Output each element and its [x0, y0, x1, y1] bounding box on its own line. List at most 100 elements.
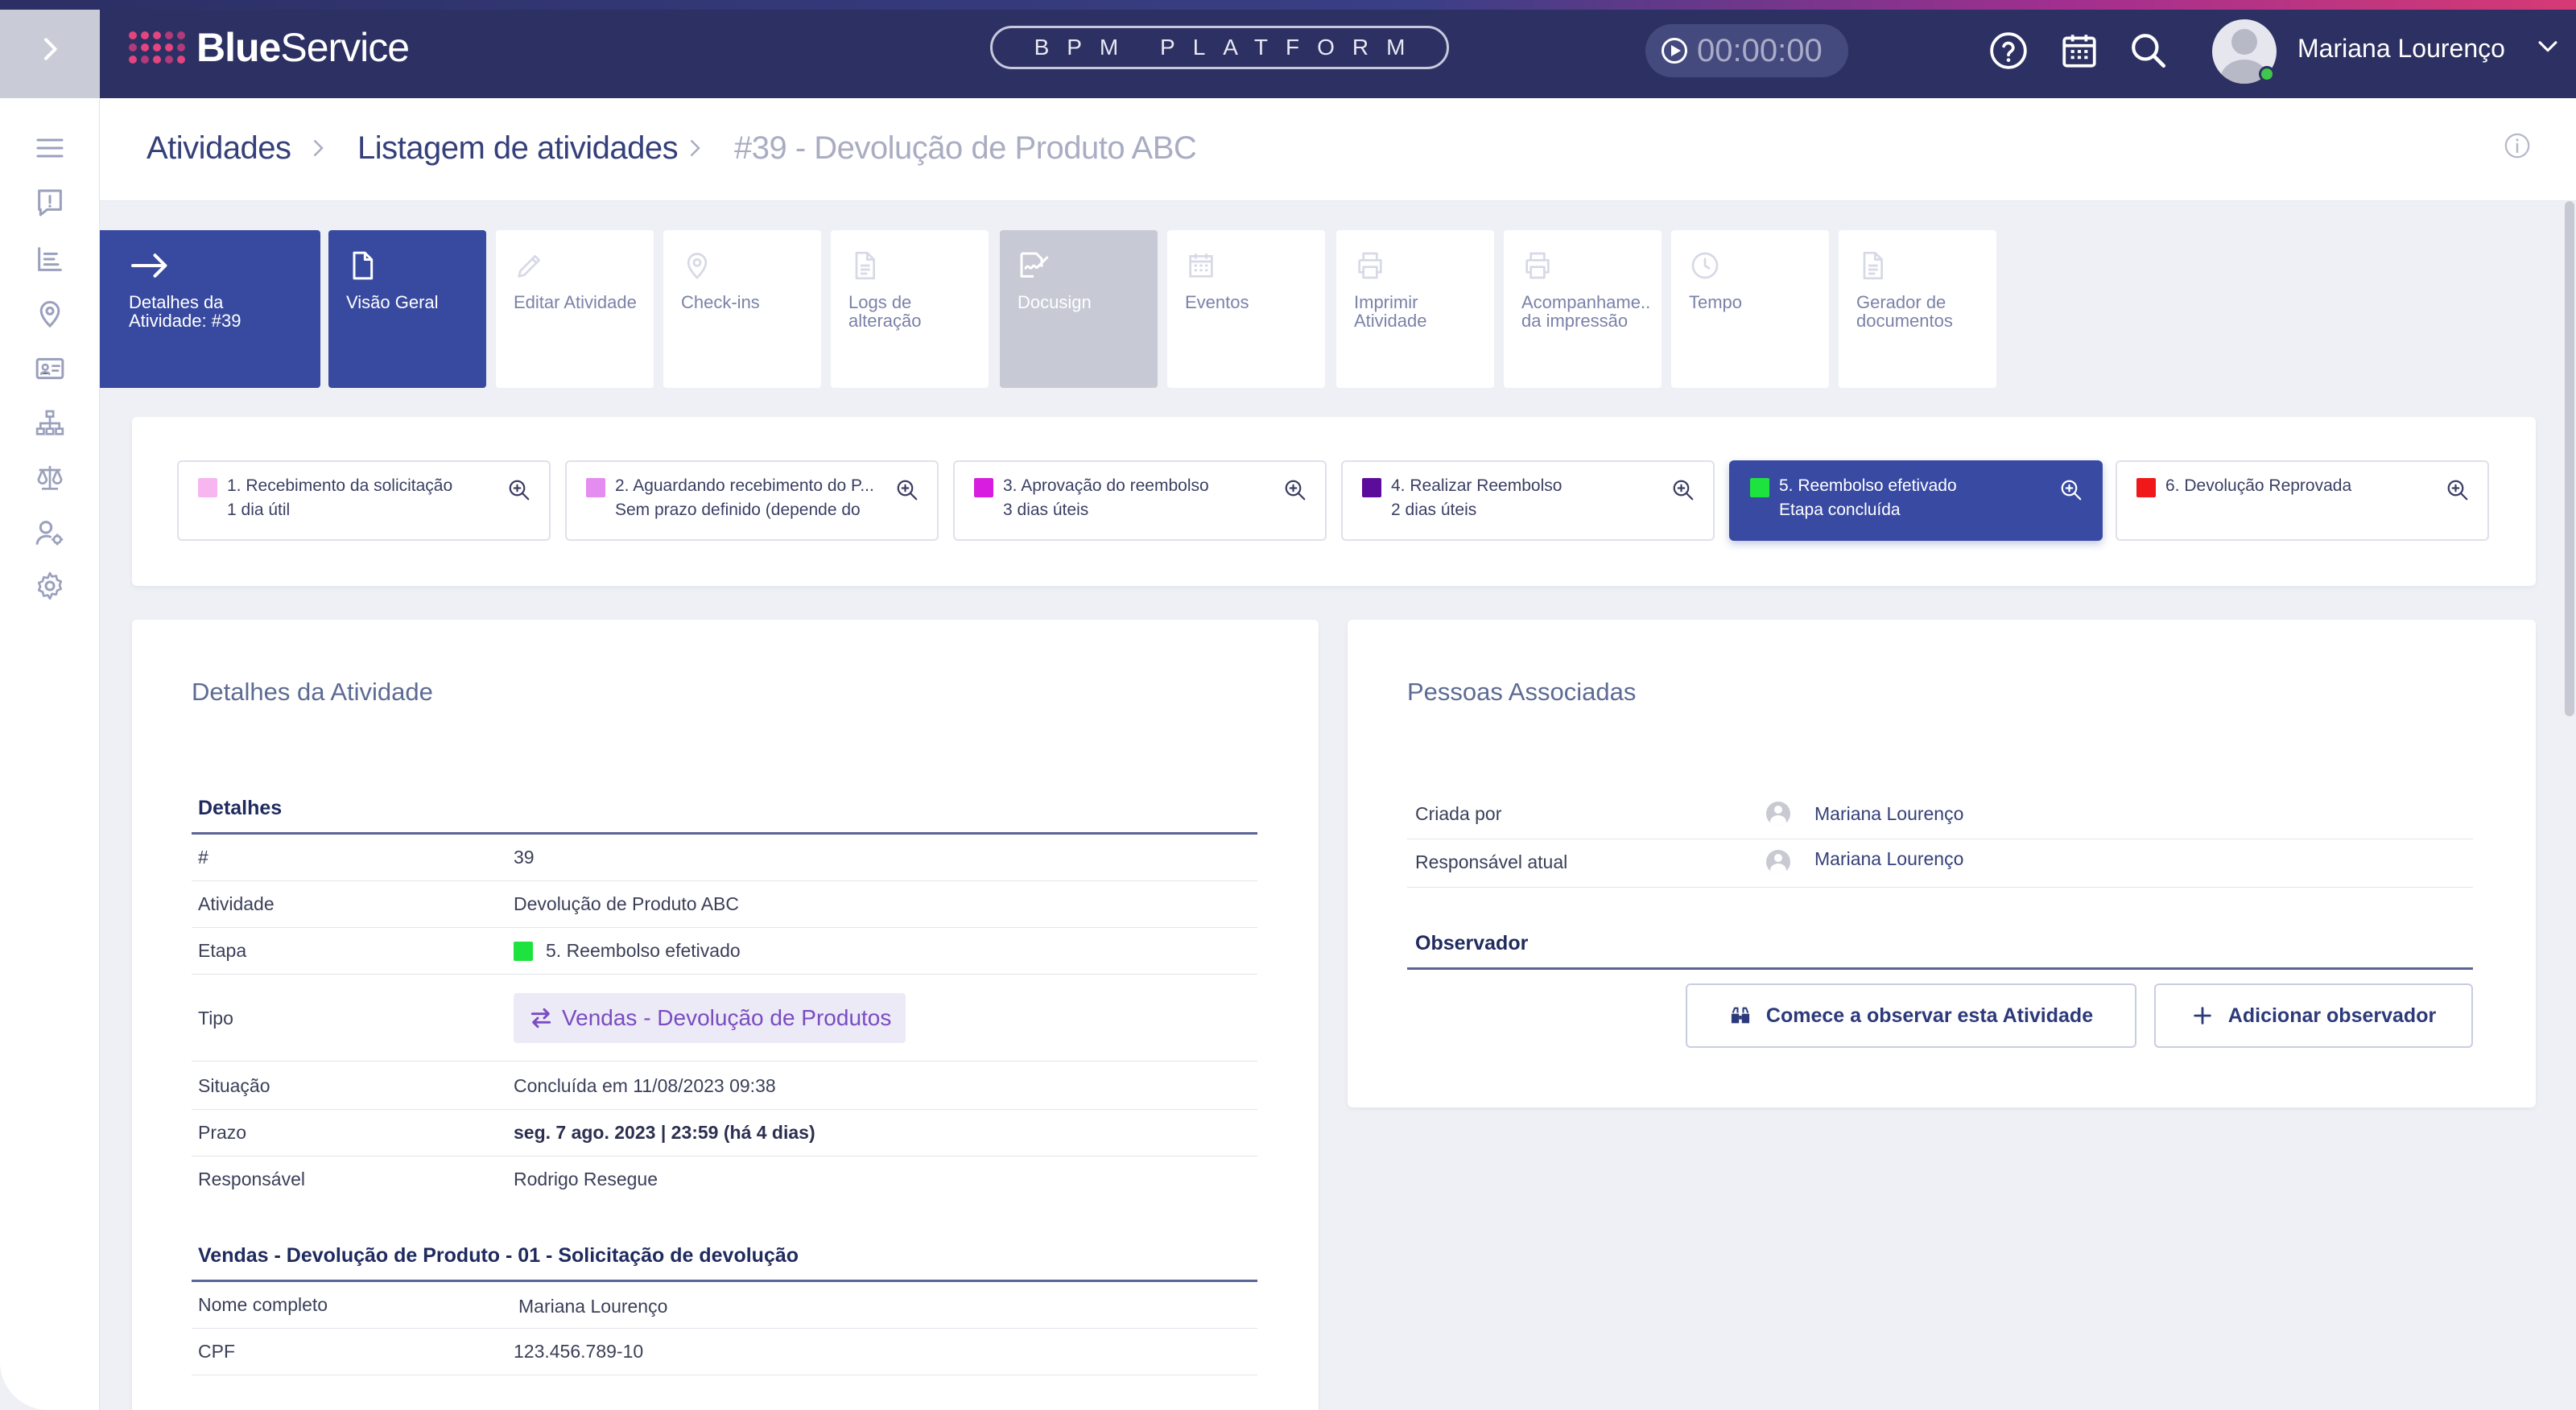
tab-visao-geral[interactable]: Visão Geral — [328, 230, 486, 388]
chevron-down-icon[interactable] — [2534, 32, 2562, 60]
watch-activity-button[interactable]: Comece a observar esta Atividade — [1686, 983, 2136, 1048]
sidebar-expand-button[interactable] — [0, 0, 100, 98]
file-icon — [855, 251, 875, 280]
detail-value-cpf: 123.456.789-10 — [514, 1341, 644, 1362]
step-3[interactable]: 3. Aprovação do reembolso 3 dias úteis — [953, 460, 1327, 541]
created-by-name[interactable]: Mariana Lourenço — [1814, 803, 1963, 825]
tab-acompanhamento-impressao[interactable]: Acompanhame.. da impressão — [1504, 230, 1662, 388]
detail-label: Responsável — [198, 1169, 305, 1189]
step-title: 3. Aprovação do reembolso — [1003, 476, 1209, 495]
gear-icon[interactable] — [34, 570, 66, 602]
tab-docusign[interactable]: Docusign — [1000, 230, 1158, 388]
user-avatar[interactable] — [2212, 19, 2277, 84]
user-settings-icon[interactable] — [34, 517, 66, 549]
step-5-current[interactable]: 5. Reembolso efetivado Etapa concluída — [1729, 460, 2103, 541]
detail-value-etapa: 5. Reembolso efetivado — [546, 940, 741, 961]
tab-label: Acompanhame.. da impressão — [1521, 292, 1651, 331]
info-icon[interactable] — [2504, 132, 2531, 159]
tab-imprimir-atividade[interactable]: Imprimir Atividade — [1336, 230, 1494, 388]
row-divider — [192, 927, 1257, 928]
tab-label: Docusign — [1018, 292, 1092, 312]
list-icon[interactable] — [34, 243, 66, 275]
detail-value-situacao: Concluída em 11/08/2023 09:38 — [514, 1075, 776, 1096]
alert-icon[interactable] — [34, 187, 66, 219]
step-1[interactable]: 1. Recebimento da solicitação 1 dia útil — [177, 460, 551, 541]
watch-activity-label: Comece a observar esta Atividade — [1765, 1004, 2094, 1027]
printer-icon — [1525, 252, 1550, 279]
chevron-right-icon — [44, 38, 57, 60]
add-observer-label: Adicionar observador — [2227, 1004, 2437, 1027]
logo-text: BlueService — [196, 25, 410, 70]
printer-icon — [1358, 252, 1382, 279]
arrow-right-icon — [130, 254, 167, 278]
search-icon[interactable] — [2128, 31, 2169, 71]
timer-button[interactable]: 00:00:00 — [1645, 24, 1848, 77]
zoom-in-icon[interactable] — [507, 478, 531, 502]
tipo-badge[interactable]: Vendas - Devolução de Produtos — [514, 993, 906, 1043]
step-title: 2. Aguardando recebimento do P... — [615, 476, 874, 495]
person-label: Responsável atual — [1415, 851, 1568, 872]
help-icon[interactable] — [1988, 31, 2029, 71]
tab-logs-alteracao[interactable]: Logs de alteração — [831, 230, 989, 388]
detail-label: Situação — [198, 1075, 270, 1096]
zoom-in-icon[interactable] — [895, 478, 919, 502]
row-divider — [192, 880, 1257, 881]
detail-value-atividade: Devolução de Produto ABC — [514, 893, 740, 914]
step-4[interactable]: 4. Realizar Reembolso 2 dias úteis — [1341, 460, 1715, 541]
location-icon[interactable] — [34, 298, 66, 330]
play-icon — [1662, 38, 1687, 64]
chevron-right-icon — [314, 140, 324, 156]
step-6[interactable]: 6. Devolução Reprovada — [2116, 460, 2489, 541]
brand-logo[interactable]: BlueService — [129, 24, 410, 71]
tab-check-ins[interactable]: Check-ins — [663, 230, 821, 388]
scrollbar-thumb[interactable] — [2565, 201, 2574, 716]
current-responsible-name[interactable]: Mariana Lourenço — [1814, 848, 1963, 870]
menu-icon[interactable] — [34, 132, 66, 164]
step-title: 5. Reembolso efetivado — [1779, 476, 1957, 495]
id-card-icon[interactable] — [34, 352, 66, 385]
plus-icon — [2194, 1007, 2211, 1025]
step-color-swatch — [586, 478, 605, 497]
detail-value-responsavel: Rodrigo Resegue — [514, 1169, 658, 1189]
step-color-swatch — [1750, 478, 1769, 497]
tab-tempo[interactable]: Tempo — [1671, 230, 1829, 388]
detail-label: Etapa — [198, 940, 247, 961]
person-label: Criada por — [1415, 803, 1502, 824]
form-section-heading: Vendas - Devolução de Produto - 01 - Sol… — [198, 1244, 799, 1267]
left-sidebar — [0, 98, 100, 1410]
detail-value-prazo: seg. 7 ago. 2023 | 23:59 (há 4 dias) — [514, 1122, 815, 1143]
tab-editar-atividade[interactable]: Editar Atividade — [496, 230, 654, 388]
user-name[interactable]: Mariana Lourenço — [2297, 34, 2505, 64]
step-color-swatch — [198, 478, 217, 497]
binoculars-icon — [1731, 1007, 1749, 1024]
app-frame: BlueService BPM PLATFORM 00:00:00 Marian… — [0, 0, 2576, 1410]
add-observer-button[interactable]: Adicionar observador — [2154, 983, 2473, 1048]
tab-label: Gerador de documentos — [1856, 292, 1953, 331]
detail-label: CPF — [198, 1341, 235, 1362]
tab-eventos[interactable]: Eventos — [1167, 230, 1325, 388]
zoom-in-icon[interactable] — [1283, 478, 1307, 502]
tab-gerador-documentos[interactable]: Gerador de documentos — [1839, 230, 1996, 388]
row-divider — [192, 974, 1257, 975]
step-subtitle: Sem prazo definido (depende do — [615, 501, 861, 519]
step-subtitle: 1 dia útil — [227, 501, 291, 519]
balance-icon[interactable] — [34, 462, 66, 494]
tipo-label: Vendas - Devolução de Produtos — [562, 1005, 892, 1030]
zoom-in-icon[interactable] — [2446, 478, 2470, 502]
detail-value-id: 39 — [514, 847, 535, 868]
location-icon — [687, 253, 708, 279]
zoom-in-icon[interactable] — [2059, 478, 2083, 502]
zoom-in-icon[interactable] — [1671, 478, 1695, 502]
calendar-icon[interactable] — [2059, 31, 2099, 71]
tab-label: Imprimir Atividade — [1354, 292, 1427, 331]
org-chart-icon[interactable] — [34, 407, 66, 439]
step-subtitle: 3 dias úteis — [1003, 501, 1089, 519]
breadcrumb-listagem[interactable]: Listagem de atividades — [357, 130, 679, 167]
tab-detalhes[interactable]: Detalhes da Atividade: #39 — [100, 230, 320, 388]
online-status-dot — [2259, 66, 2275, 82]
tab-label: Tempo — [1689, 292, 1743, 312]
step-2[interactable]: 2. Aguardando recebimento do P... Sem pr… — [565, 460, 939, 541]
breadcrumb-atividades[interactable]: Atividades — [147, 130, 291, 167]
tab-label: Detalhes da Atividade: #39 — [129, 292, 242, 331]
row-divider — [1407, 887, 2473, 888]
